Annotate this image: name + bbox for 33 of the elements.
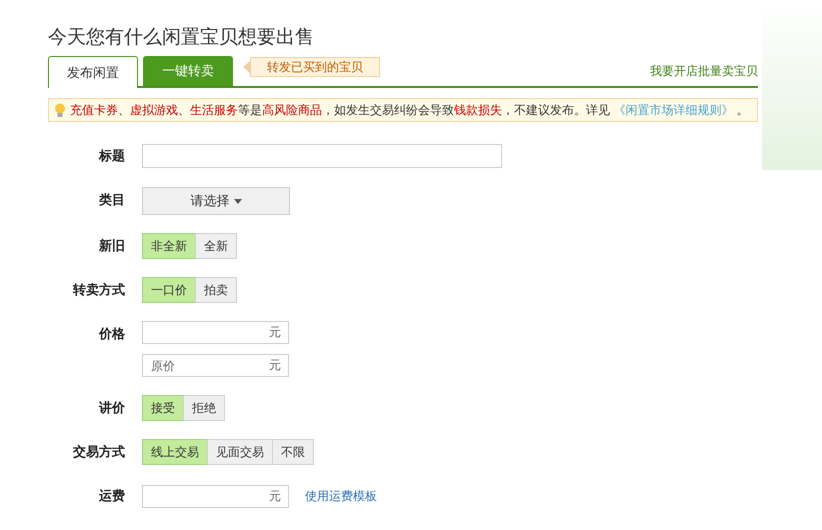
title-input-field[interactable] <box>142 144 502 168</box>
option-toggle[interactable]: 非全新 <box>142 233 196 259</box>
price-input-field[interactable] <box>142 484 289 508</box>
option-toggle[interactable]: 一口价 <box>142 277 196 303</box>
tab[interactable]: 一键转卖 <box>143 56 233 86</box>
field-label: 类目 <box>99 191 125 210</box>
option-toggle[interactable]: 全新 <box>195 233 237 259</box>
unit-label: 元 <box>269 488 281 502</box>
option-toggle[interactable]: 不限 <box>272 439 314 465</box>
category-dropdown[interactable]: 请选择 <box>142 187 290 215</box>
field-label: 标题 <box>99 147 125 166</box>
option-toggle[interactable]: 线上交易 <box>142 439 208 465</box>
field-label: 交易方式 <box>73 443 125 462</box>
tab-hint-tooltip: 转发已买到的宝贝 <box>243 57 380 77</box>
warning-text: 充值卡券、虚拟游戏、生活服务等是高风险商品，如发生交易纠纷会导致钱款损失，不建议发布。详见 《闲置市场详细规则》 。 <box>70 102 749 119</box>
bulk-sell-link[interactable]: 我要开店批量卖宝贝 <box>650 62 758 80</box>
unit-label: 元 <box>269 358 281 372</box>
field-label: 新旧 <box>99 237 125 256</box>
field-label: 讲价 <box>99 399 125 418</box>
field-label: 转卖方式 <box>73 281 125 300</box>
tab[interactable]: 发布闲置 <box>48 56 138 88</box>
shipping-template-link[interactable]: 使用运费模板 <box>305 487 377 505</box>
lightbulb-icon <box>54 102 66 118</box>
option-toggle[interactable]: 接受 <box>142 395 184 421</box>
option-toggle[interactable]: 见面交易 <box>207 439 273 465</box>
field-label: 价格 <box>99 325 125 344</box>
price-input-field[interactable] <box>142 321 289 344</box>
option-toggle[interactable]: 拒绝 <box>183 395 225 421</box>
option-toggle[interactable]: 拍卖 <box>195 277 237 303</box>
field-label: 运费 <box>99 487 125 506</box>
unit-label: 元 <box>269 325 281 339</box>
page-heading: 今天您有什么闲置宝贝想要出售 <box>48 26 314 50</box>
caret-icon <box>234 198 242 204</box>
